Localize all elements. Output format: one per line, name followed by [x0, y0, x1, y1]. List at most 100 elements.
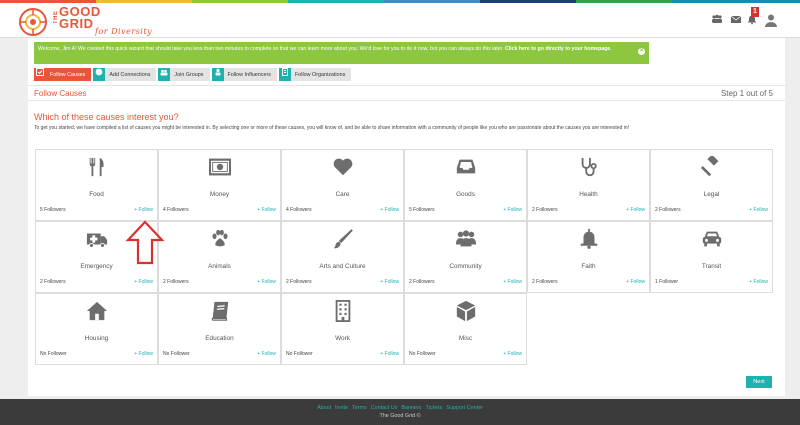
mail-icon[interactable] — [729, 13, 743, 27]
stethoscope-icon — [578, 156, 600, 178]
step-join-groups[interactable]: Join Groups — [158, 68, 210, 81]
homepage-link[interactable]: Click here to go directly to your homepa… — [505, 46, 612, 52]
cause-tile-transit[interactable]: Transit 1 Follower + Follow — [650, 221, 773, 293]
cause-tile-goods[interactable]: Goods 5 Followers + Follow — [404, 149, 527, 221]
cube-icon — [455, 300, 477, 322]
cause-name: Education — [205, 335, 234, 342]
follow-button[interactable]: + Follow — [503, 279, 522, 285]
follower-count: 2 Followers — [655, 207, 681, 213]
cause-name: Care — [335, 191, 350, 198]
cause-tile-animals[interactable]: Animals 2 Followers + Follow — [158, 221, 281, 293]
person-icon — [211, 68, 224, 81]
follow-button[interactable]: + Follow — [257, 207, 276, 213]
step-follow-influencers[interactable]: Follow Influencers — [211, 68, 277, 81]
follow-button[interactable]: + Follow — [380, 207, 399, 213]
heart-icon — [332, 156, 354, 178]
cause-name: Goods — [456, 191, 475, 198]
follow-button[interactable]: + Follow — [503, 351, 522, 357]
follower-count: 5 Followers — [40, 207, 66, 213]
cause-name: Food — [89, 191, 104, 198]
copyright: The Good Grid © — [379, 413, 421, 419]
cause-name: Work — [335, 335, 350, 342]
follow-button[interactable]: + Follow — [749, 279, 768, 285]
cause-name: Money — [209, 191, 230, 198]
cause-name: Housing — [84, 335, 109, 342]
footer-link-about[interactable]: About — [317, 405, 331, 411]
home-icon — [86, 300, 108, 322]
welcome-text: Welcome, Jim A! We created this quick wi… — [38, 46, 504, 52]
check-square-icon — [34, 68, 46, 81]
footer-link-tickets[interactable]: Tickets — [425, 405, 442, 411]
follower-count: 2 Followers — [409, 279, 435, 285]
gavel-icon — [700, 154, 723, 178]
step-label: Follow Organizations — [294, 71, 346, 78]
step-label: Add Connections — [109, 71, 151, 78]
cause-tile-health[interactable]: Health 2 Followers + Follow — [527, 149, 650, 221]
follow-button[interactable]: + Follow — [257, 279, 276, 285]
footer-link-invite[interactable]: Invite — [335, 405, 348, 411]
follower-count: 2 Followers — [286, 279, 312, 285]
footer: About Invite Terms Contact Us Banners Tickets… — [0, 399, 800, 425]
step-follow-organizations[interactable]: Follow Organizations — [278, 68, 352, 81]
follow-button[interactable]: + Follow — [380, 279, 399, 285]
cause-tile-housing[interactable]: Housing No Follower + Follow — [35, 293, 158, 365]
logo[interactable]: THE GOOD GRID for Diversity — [18, 5, 152, 37]
follower-count: 5 Followers — [409, 207, 435, 213]
follower-count: No Follower — [163, 351, 190, 357]
follow-button[interactable]: + Follow — [380, 351, 399, 357]
cause-tile-community[interactable]: Community 2 Followers + Follow — [404, 221, 527, 293]
logo-subtitle: for Diversity — [95, 27, 153, 36]
step-label: Join Groups — [174, 71, 204, 78]
footer-link-support-center[interactable]: Support Center — [446, 405, 483, 411]
step-add-connections[interactable]: Add Connections — [93, 68, 157, 81]
annotation-arrow-icon — [125, 220, 165, 265]
top-header: THE GOOD GRID for Diversity 1 — [0, 3, 800, 38]
follower-count: 1 Follower — [655, 279, 679, 285]
step-follow-causes[interactable]: Follow Causes — [34, 68, 92, 81]
welcome-banner: Welcome, Jim A! We created this quick wi… — [34, 42, 649, 64]
group-icon[interactable] — [710, 13, 724, 27]
follow-button[interactable]: + Follow — [749, 207, 768, 213]
step-label: Follow Influencers — [227, 71, 271, 78]
ambulance-icon — [86, 228, 108, 250]
follow-button[interactable]: + Follow — [503, 207, 522, 213]
users-icon — [455, 228, 477, 250]
cause-name: Animals — [208, 263, 231, 270]
follow-button[interactable]: + Follow — [626, 207, 645, 213]
cause-tile-faith[interactable]: Faith 2 Followers + Follow — [527, 221, 650, 293]
follow-button[interactable]: + Follow — [134, 279, 153, 285]
cause-tile-food[interactable]: Food 5 Followers + Follow — [35, 149, 158, 221]
follower-count: 2 Followers — [40, 279, 66, 285]
footer-link-contact-us[interactable]: Contact Us — [371, 405, 398, 411]
next-button[interactable]: Next — [746, 376, 772, 388]
cause-tile-arts-and-culture[interactable]: Arts and Culture 2 Followers + Follow — [281, 221, 404, 293]
cause-name: Faith — [581, 263, 596, 270]
paw-icon — [209, 228, 231, 250]
follow-button[interactable]: + Follow — [134, 207, 153, 213]
cause-tile-legal[interactable]: Legal 2 Followers + Follow — [650, 149, 773, 221]
cause-tile-care[interactable]: Care 4 Followers + Follow — [281, 149, 404, 221]
wizard-steps: Follow Causes Add Connections Join Groups F… — [34, 68, 352, 81]
step-counter: Step 1 out of 5 — [720, 89, 773, 98]
cause-name: Misc — [458, 335, 473, 342]
cause-tile-money[interactable]: Money 4 Followers + Follow — [158, 149, 281, 221]
notification-count-badge[interactable]: 1 — [751, 7, 759, 17]
follower-count: 2 Followers — [163, 279, 189, 285]
fork-knife-icon — [86, 156, 108, 178]
cause-tile-work[interactable]: Work No Follower + Follow — [281, 293, 404, 365]
close-icon[interactable]: × — [638, 48, 645, 55]
follower-count: 4 Followers — [286, 207, 312, 213]
cause-tile-education[interactable]: Education No Follower + Follow — [158, 293, 281, 365]
cause-name: Transit — [701, 263, 722, 270]
car-icon — [701, 228, 723, 250]
user-icon[interactable] — [764, 13, 778, 27]
cause-tile-misc[interactable]: Misc No Follower + Follow — [404, 293, 527, 365]
cause-name: Arts and Culture — [319, 263, 366, 270]
footer-link-terms[interactable]: Terms — [352, 405, 367, 411]
step-label: Follow Causes — [50, 71, 86, 78]
follow-button[interactable]: + Follow — [134, 351, 153, 357]
follow-button[interactable]: + Follow — [257, 351, 276, 357]
follow-button[interactable]: + Follow — [626, 279, 645, 285]
paintbrush-icon — [332, 228, 354, 250]
footer-link-banners[interactable]: Banners — [401, 405, 421, 411]
